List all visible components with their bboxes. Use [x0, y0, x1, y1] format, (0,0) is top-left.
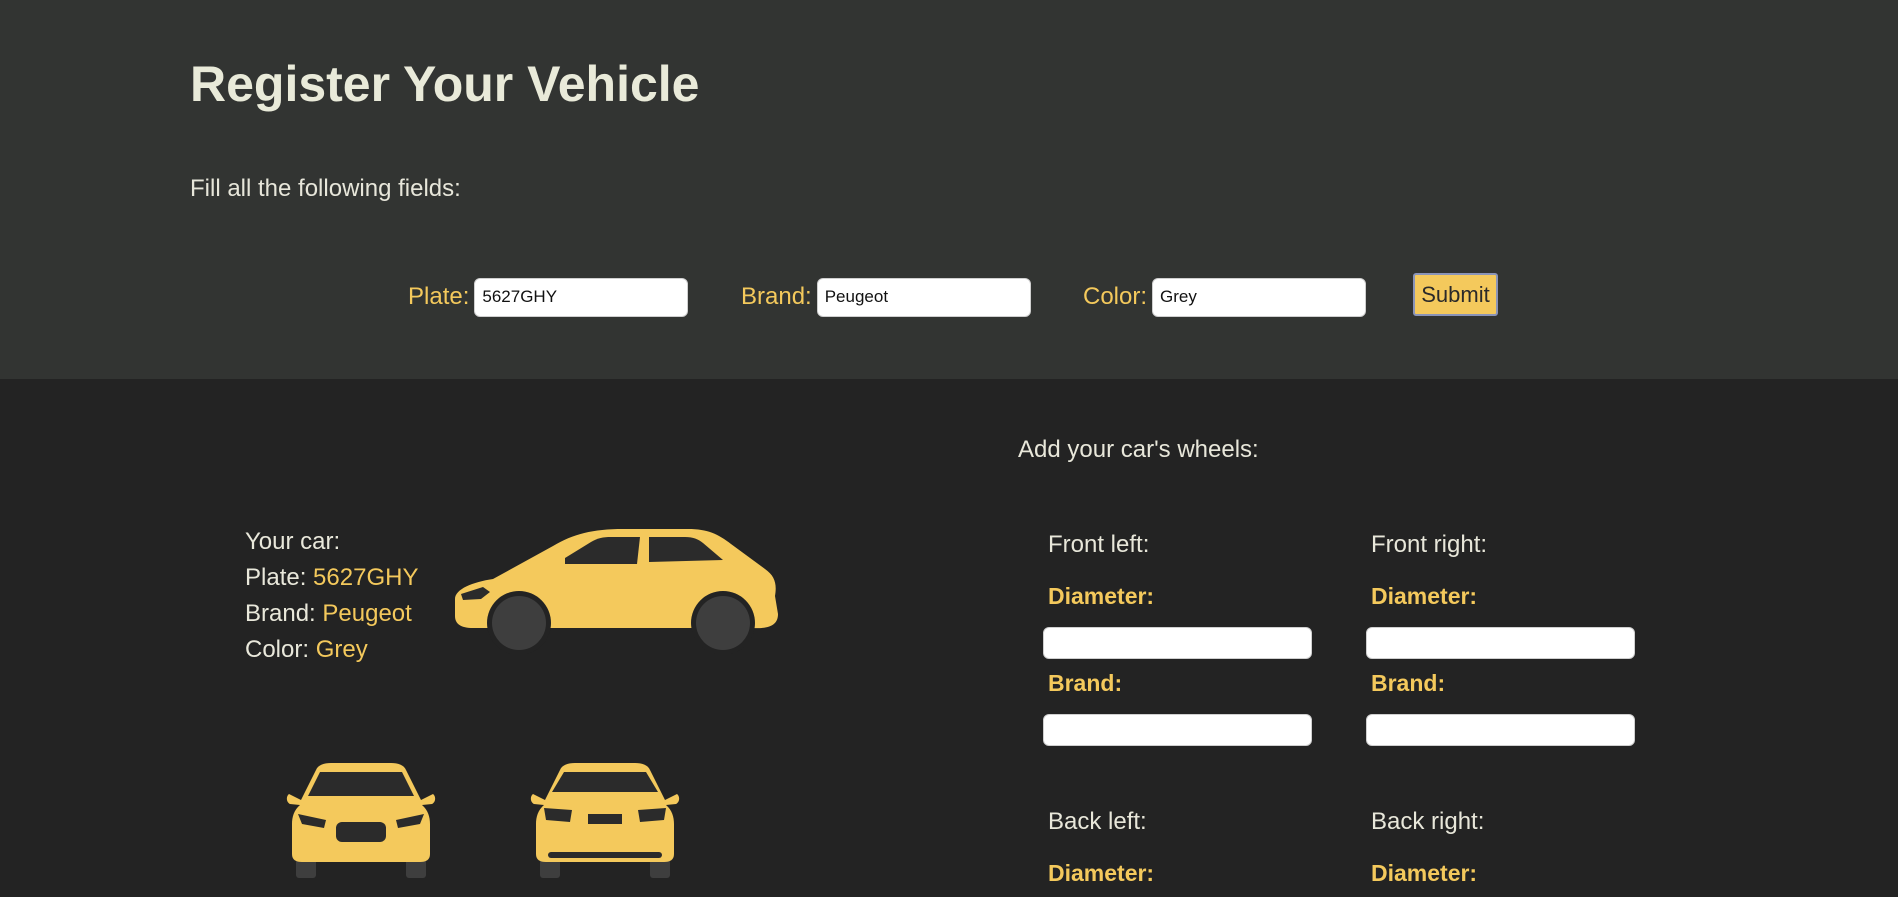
front-left-wheel-label: Front left: [1048, 531, 1150, 558]
car-side-icon [455, 529, 778, 654]
car-front-icon [286, 763, 436, 878]
back-right-diameter-label: Diameter: [1371, 860, 1478, 886]
front-right-brand-input[interactable] [1366, 714, 1635, 746]
summary-color-label: Color: [245, 636, 316, 663]
summary-plate-value: 5627GHY [313, 564, 419, 591]
page-title: Register Your Vehicle [190, 56, 700, 112]
back-left-diameter-label: Diameter: [1048, 860, 1155, 886]
color-label: Color: [1083, 283, 1148, 310]
summary-brand-label: Brand: [245, 600, 323, 627]
plate-field-group: Plate: [408, 277, 689, 317]
brand-label: Brand: [741, 283, 812, 310]
form-instructions: Fill all the following fields: [190, 175, 461, 202]
car-summary-heading: Your car: [245, 528, 341, 555]
front-left-diameter-input[interactable] [1043, 627, 1312, 659]
front-left-diameter-label: Diameter: [1048, 583, 1155, 609]
color-input[interactable] [1152, 277, 1367, 317]
front-left-brand-label: Brand: [1048, 670, 1123, 696]
back-left-wheel-label: Back left: [1048, 808, 1147, 835]
front-right-wheel-label: Front right: [1371, 531, 1488, 558]
car-summary-plate: Plate: 5627GHY [245, 560, 418, 596]
car-summary: Your car: Plate: 5627GHY Brand: Peugeot … [245, 524, 418, 668]
summary-brand-value: Peugeot [322, 600, 412, 627]
color-field-group: Color: [1083, 277, 1367, 317]
front-right-diameter-input[interactable] [1366, 627, 1635, 659]
summary-plate-label: Plate: [245, 564, 314, 591]
summary-color-value: Grey [315, 636, 368, 663]
car-summary-brand: Brand: Peugeot [245, 596, 418, 632]
wheels-section-title: Add your car's wheels: [1018, 436, 1259, 463]
submit-button[interactable]: Submit [1413, 273, 1498, 316]
car-summary-color: Color: Grey [245, 632, 418, 668]
front-right-diameter-label: Diameter: [1371, 583, 1478, 609]
plate-label: Plate: [408, 283, 470, 310]
brand-field-group: Brand: [741, 277, 1031, 317]
car-back-icon [530, 763, 680, 878]
header-section: Register Your Vehicle Fill all the follo… [0, 0, 1898, 379]
front-right-brand-label: Brand: [1371, 670, 1446, 696]
brand-input[interactable] [816, 277, 1031, 317]
plate-input[interactable] [474, 277, 689, 317]
back-right-wheel-label: Back right: [1371, 808, 1485, 835]
front-left-brand-input[interactable] [1043, 714, 1312, 746]
